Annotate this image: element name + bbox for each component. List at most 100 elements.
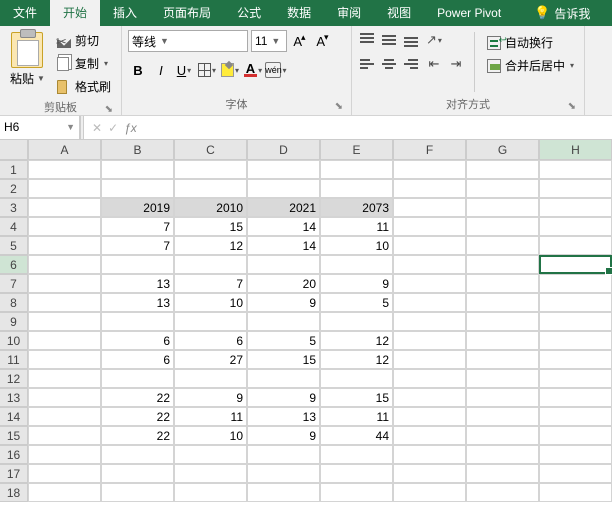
formula-input[interactable] — [145, 116, 612, 139]
paste-button[interactable]: 粘贴▼ — [6, 30, 49, 89]
cell[interactable] — [28, 388, 101, 407]
cell[interactable]: 7 — [101, 236, 174, 255]
row-header[interactable]: 10 — [0, 331, 28, 350]
format-painter-button[interactable]: 格式刷 — [53, 76, 115, 97]
cell[interactable] — [393, 255, 466, 274]
fill-color-button[interactable]: ▾ — [220, 60, 240, 80]
cell[interactable]: 5 — [247, 331, 320, 350]
col-header[interactable]: F — [393, 140, 466, 160]
name-box[interactable]: H6▼ — [0, 116, 80, 140]
cell[interactable]: 13 — [247, 407, 320, 426]
increase-indent-button[interactable] — [446, 54, 466, 74]
row-header[interactable]: 7 — [0, 274, 28, 293]
cell[interactable]: 27 — [174, 350, 247, 369]
cell[interactable] — [28, 445, 101, 464]
col-header[interactable]: D — [247, 140, 320, 160]
decrease-font-button[interactable]: A▾ — [313, 31, 333, 51]
cell[interactable]: 2073 — [320, 198, 393, 217]
cell[interactable] — [466, 274, 539, 293]
cell[interactable] — [101, 160, 174, 179]
cell[interactable] — [320, 160, 393, 179]
cell[interactable] — [320, 483, 393, 502]
cell[interactable]: 5 — [320, 293, 393, 312]
cell[interactable] — [320, 255, 393, 274]
cell[interactable] — [539, 198, 612, 217]
cell[interactable]: 14 — [247, 217, 320, 236]
cell[interactable] — [466, 445, 539, 464]
cell[interactable] — [101, 255, 174, 274]
cell[interactable]: 6 — [101, 350, 174, 369]
cell[interactable] — [101, 483, 174, 502]
cell[interactable]: 22 — [101, 388, 174, 407]
cell[interactable] — [320, 464, 393, 483]
cell[interactable]: 22 — [101, 407, 174, 426]
cell[interactable] — [466, 407, 539, 426]
cell[interactable] — [539, 255, 612, 274]
cell[interactable]: 9 — [247, 388, 320, 407]
cell[interactable] — [393, 274, 466, 293]
font-name-combo[interactable]: 等线▼ — [128, 30, 248, 52]
cell[interactable]: 10 — [174, 426, 247, 445]
cell[interactable] — [539, 312, 612, 331]
cell[interactable] — [393, 293, 466, 312]
cell[interactable] — [466, 426, 539, 445]
cell[interactable] — [539, 179, 612, 198]
font-size-combo[interactable]: 11▼ — [251, 30, 287, 52]
cell[interactable] — [466, 255, 539, 274]
insert-function-button[interactable]: ƒx — [124, 121, 137, 135]
cell[interactable] — [28, 350, 101, 369]
cell[interactable] — [539, 464, 612, 483]
row-header[interactable]: 2 — [0, 179, 28, 198]
tab-data[interactable]: 数据 — [274, 0, 324, 26]
cell[interactable] — [539, 426, 612, 445]
cell[interactable] — [393, 198, 466, 217]
cell[interactable] — [28, 160, 101, 179]
cell[interactable] — [539, 350, 612, 369]
cell[interactable] — [466, 388, 539, 407]
cell[interactable]: 9 — [247, 426, 320, 445]
align-launcher[interactable]: ⬊ — [568, 101, 576, 112]
wrap-text-button[interactable]: 自动换行 — [483, 32, 578, 53]
cell[interactable] — [28, 274, 101, 293]
cell[interactable]: 12 — [174, 236, 247, 255]
cell[interactable] — [393, 160, 466, 179]
cell[interactable]: 13 — [101, 293, 174, 312]
cell[interactable] — [28, 331, 101, 350]
cell[interactable] — [247, 464, 320, 483]
cell[interactable] — [174, 445, 247, 464]
select-all-corner[interactable] — [0, 140, 28, 160]
cell[interactable] — [247, 179, 320, 198]
cell[interactable]: 9 — [174, 388, 247, 407]
cell[interactable] — [466, 236, 539, 255]
cell[interactable] — [466, 483, 539, 502]
cell[interactable] — [28, 312, 101, 331]
border-button[interactable]: ▾ — [197, 60, 217, 80]
spreadsheet-grid[interactable]: ABCDEFGH12320192010202120734715141157121… — [0, 140, 612, 502]
cell[interactable] — [539, 331, 612, 350]
cell[interactable] — [393, 217, 466, 236]
cell[interactable] — [393, 331, 466, 350]
cell[interactable]: 9 — [320, 274, 393, 293]
cell[interactable] — [28, 483, 101, 502]
cell[interactable] — [28, 217, 101, 236]
row-header[interactable]: 14 — [0, 407, 28, 426]
cell[interactable] — [28, 293, 101, 312]
phonetic-button[interactable]: wén▾ — [266, 60, 286, 80]
cell[interactable] — [247, 255, 320, 274]
cell[interactable] — [393, 445, 466, 464]
cell[interactable] — [101, 369, 174, 388]
cell[interactable] — [393, 483, 466, 502]
cell[interactable] — [101, 179, 174, 198]
cell[interactable] — [466, 331, 539, 350]
cell[interactable] — [393, 407, 466, 426]
cell[interactable] — [101, 445, 174, 464]
enter-formula-button[interactable]: ✓ — [108, 121, 118, 135]
cell[interactable] — [28, 407, 101, 426]
cell[interactable] — [393, 464, 466, 483]
cell[interactable] — [174, 483, 247, 502]
clipboard-launcher[interactable]: ⬊ — [105, 104, 113, 115]
font-launcher[interactable]: ⬊ — [335, 101, 343, 112]
cell[interactable]: 15 — [247, 350, 320, 369]
tab-file[interactable]: 文件 — [0, 0, 50, 26]
col-header[interactable]: H — [539, 140, 612, 160]
